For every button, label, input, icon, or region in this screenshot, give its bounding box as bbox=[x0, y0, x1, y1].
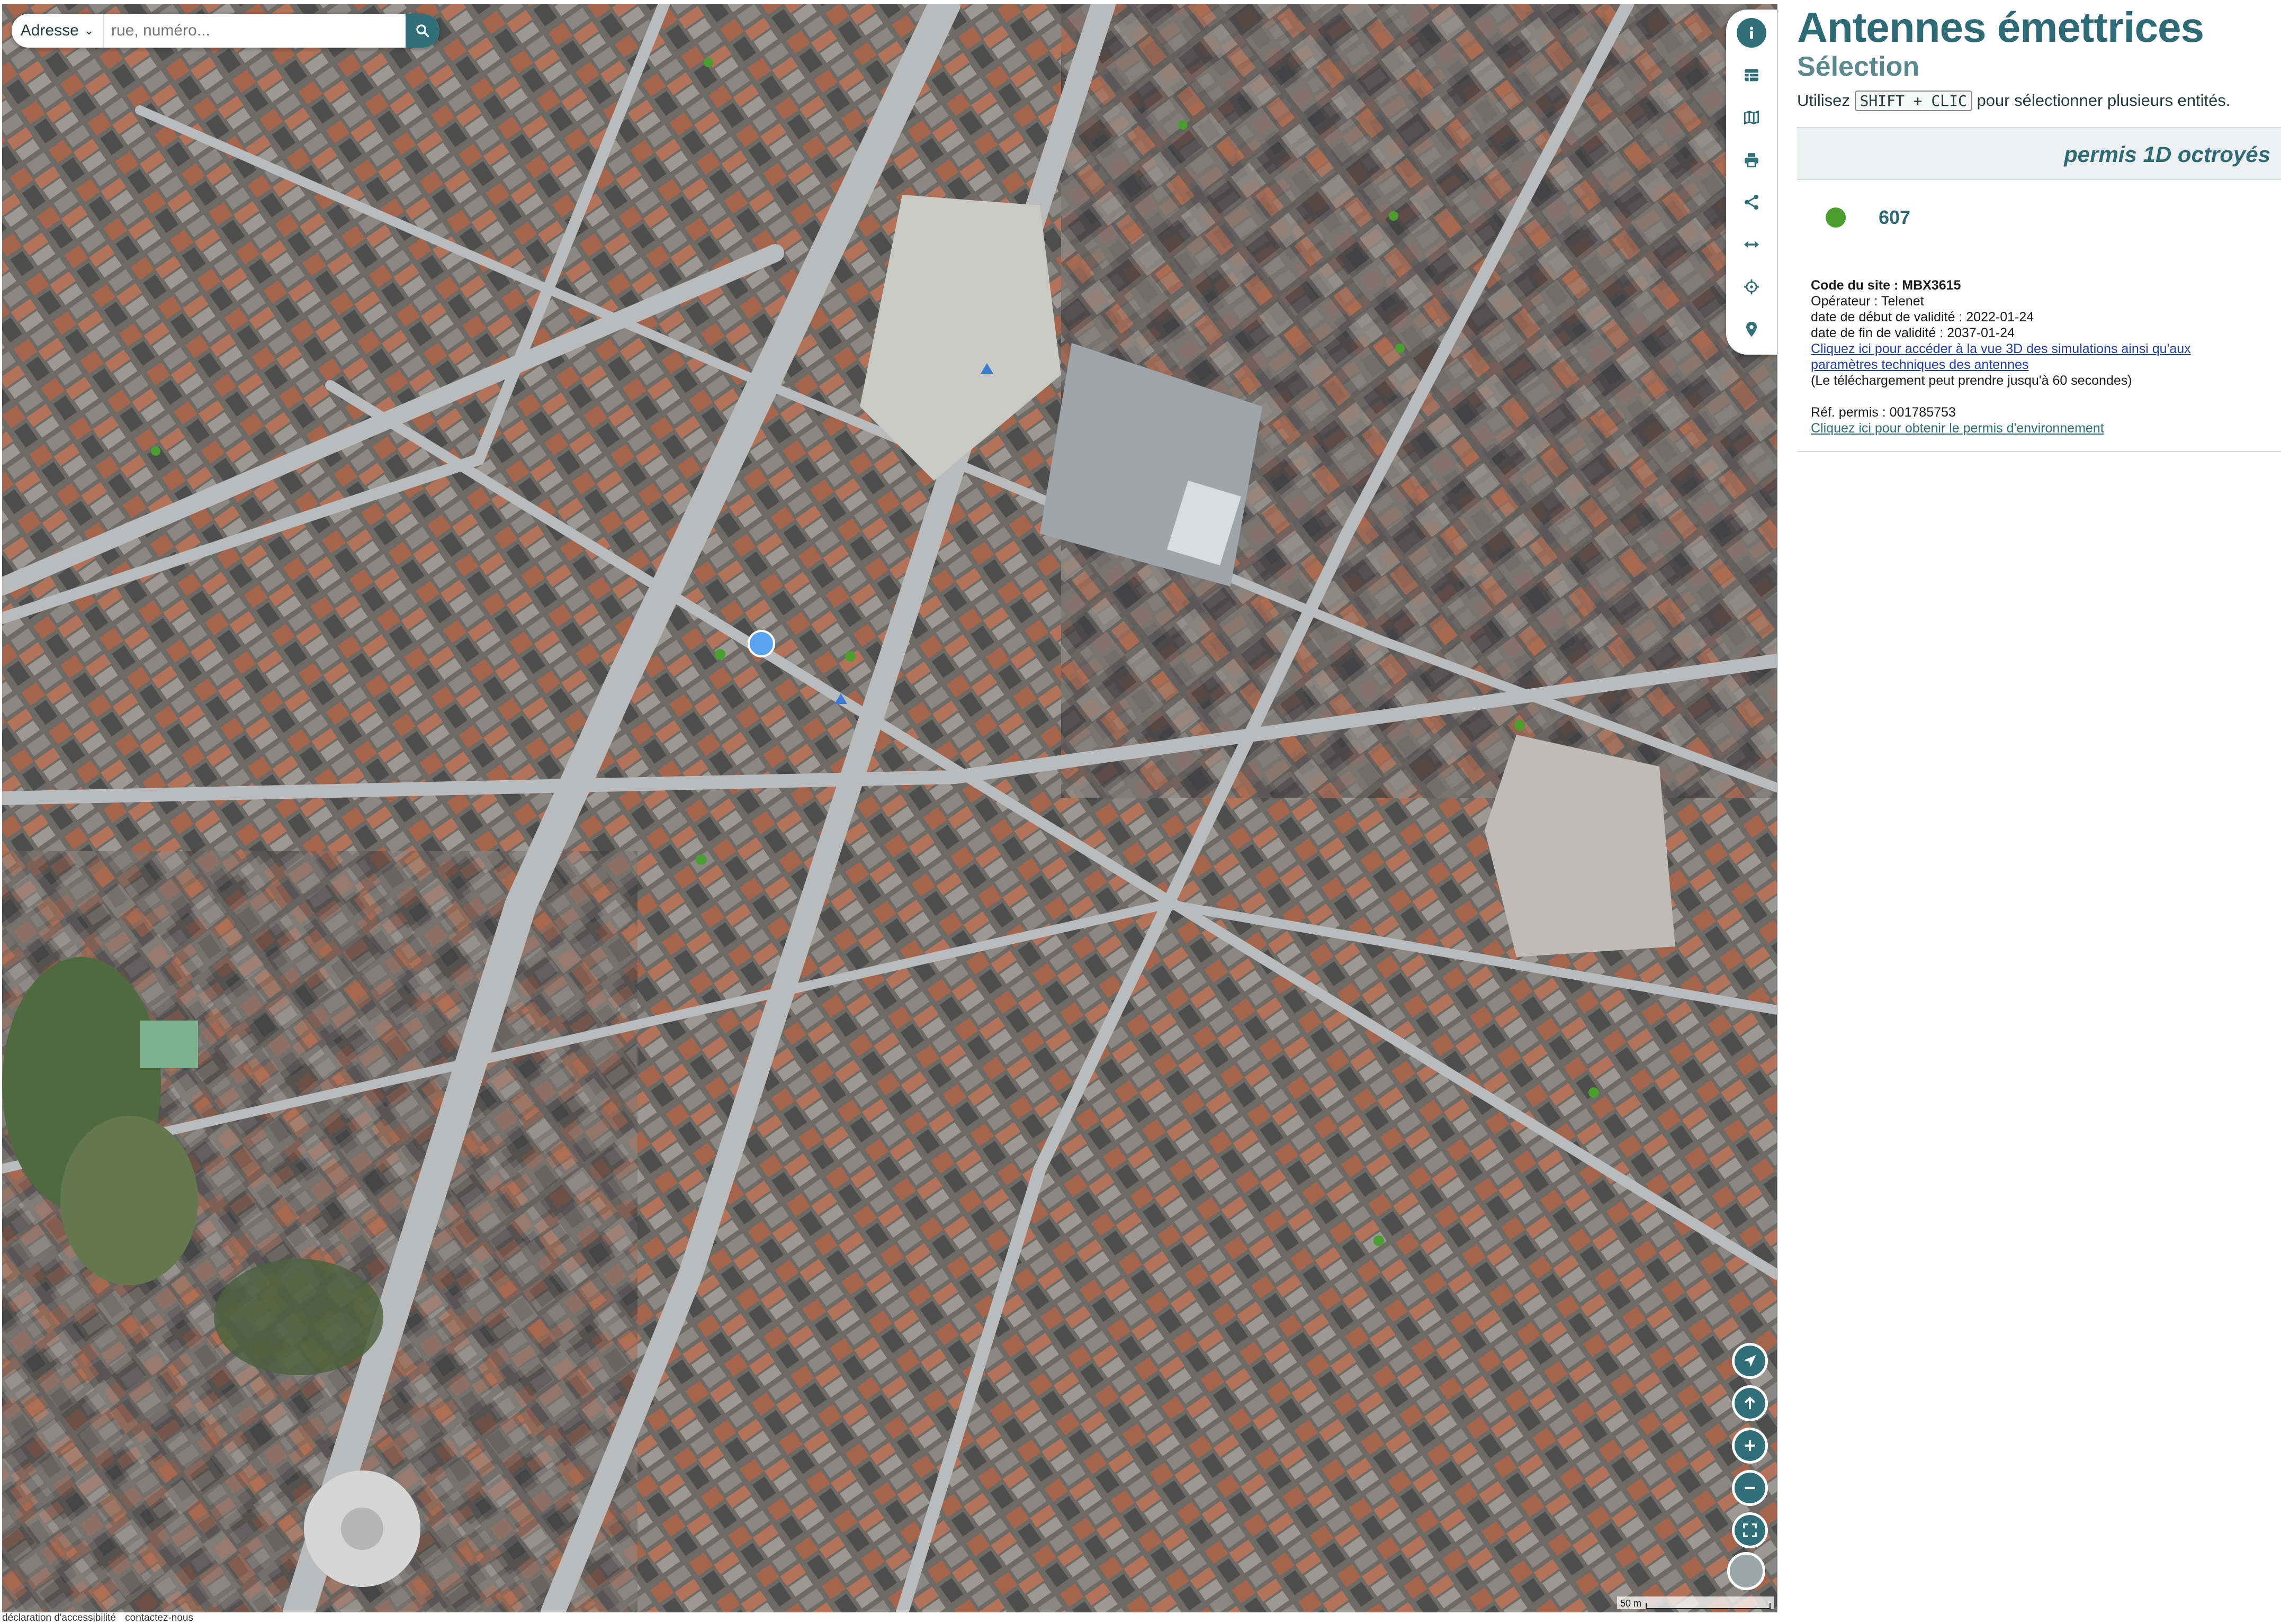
hint-key: SHIFT + CLIC bbox=[1854, 91, 1972, 111]
divider bbox=[1797, 451, 2281, 452]
fullscreen-icon bbox=[1743, 1523, 1757, 1537]
info-button[interactable] bbox=[1737, 18, 1766, 48]
validity-end: date de fin de validité : 2037-01-24 bbox=[1811, 326, 2015, 340]
zoom-out-button[interactable] bbox=[1735, 1473, 1765, 1503]
share-icon bbox=[1745, 194, 1758, 210]
search-button[interactable] bbox=[406, 14, 439, 48]
scale-ruler bbox=[1646, 1603, 1771, 1609]
result-group-header[interactable]: permis 1D octroyés bbox=[1797, 127, 2281, 180]
zoom-in-icon bbox=[1745, 1440, 1755, 1451]
info-panel: Antennes émettrices Sélection Utilisez S… bbox=[1779, 0, 2281, 1620]
legend-dot-icon bbox=[1826, 207, 1846, 228]
search-icon bbox=[416, 24, 429, 38]
map-icon bbox=[1744, 110, 1759, 125]
north-arrow-icon bbox=[1744, 1396, 1756, 1410]
panel-title: Antennes émettrices bbox=[1797, 4, 2204, 51]
site-code-line: Code du site : MBX3615 bbox=[1811, 277, 2261, 293]
map-view[interactable]: Adresse ⌄ rue, numéro... 50 m bbox=[2, 4, 1778, 1612]
site-code-label: Code du site : bbox=[1811, 278, 1899, 293]
aerial-imagery bbox=[2, 4, 1777, 1612]
navigate-icon bbox=[1744, 1355, 1756, 1367]
search-mode-select[interactable]: Adresse ⌄ bbox=[12, 14, 104, 48]
result-row[interactable]: 607 bbox=[1826, 206, 1910, 229]
share-button[interactable] bbox=[1737, 187, 1766, 217]
download-note: (Le téléchargement peut prendre jusqu'à … bbox=[1811, 373, 2132, 388]
address-search: Adresse ⌄ bbox=[12, 14, 439, 48]
basemap-switcher[interactable] bbox=[1727, 1552, 1765, 1590]
hint-prefix: Utilisez bbox=[1797, 91, 1850, 110]
measure-button[interactable] bbox=[1737, 230, 1766, 259]
north-button[interactable] bbox=[1735, 1388, 1765, 1419]
selected-antenna-marker bbox=[748, 630, 775, 657]
validity-start: date de début de validité : 2022-01-24 bbox=[1811, 310, 2034, 324]
locate-icon bbox=[1744, 279, 1759, 295]
scale-label: 50 m bbox=[1620, 1598, 1641, 1609]
antenna-details: Code du site : MBX3615 Opérateur : Telen… bbox=[1811, 277, 2261, 436]
print-button[interactable] bbox=[1737, 145, 1766, 175]
marker-icon bbox=[1746, 321, 1757, 337]
chevron-down-icon: ⌄ bbox=[84, 24, 94, 37]
zoom-in-button[interactable] bbox=[1735, 1430, 1765, 1461]
map-toolbar bbox=[1726, 10, 1777, 355]
zoom-out-icon bbox=[1745, 1486, 1755, 1490]
table-button[interactable] bbox=[1737, 60, 1766, 90]
permit-ref: Réf. permis : 001785753 bbox=[1811, 405, 1956, 420]
marker-button[interactable] bbox=[1737, 314, 1766, 344]
permit-link[interactable]: Cliquez ici pour obtenir le permis d'env… bbox=[1811, 421, 2104, 436]
scale-bar: 50 m bbox=[1617, 1596, 1774, 1609]
panel-subtitle: Sélection bbox=[1797, 51, 1920, 82]
table-icon bbox=[1745, 69, 1758, 82]
hint-suffix: pour sélectionner plusieurs entités. bbox=[1977, 91, 2231, 110]
simulation-3d-link[interactable]: Cliquez ici pour accéder à la vue 3D des… bbox=[1811, 341, 2191, 372]
navigate-button[interactable] bbox=[1735, 1346, 1765, 1376]
info-icon bbox=[1749, 26, 1754, 39]
search-mode-label: Adresse bbox=[20, 22, 79, 39]
search-input[interactable] bbox=[104, 14, 406, 48]
result-count: 607 bbox=[1879, 206, 1911, 228]
contact-link[interactable]: contactez-nous bbox=[125, 1612, 193, 1623]
operator-line: Opérateur : Telenet bbox=[1811, 294, 1924, 309]
locate-button[interactable] bbox=[1737, 272, 1766, 302]
selection-hint: Utilisez SHIFT + CLIC pour sélectionner … bbox=[1797, 91, 2231, 111]
group-title: permis 1D octroyés bbox=[2064, 142, 2270, 167]
site-code: MBX3615 bbox=[1902, 278, 1961, 293]
accessibility-link[interactable]: déclaration d'accessibilité bbox=[2, 1612, 116, 1623]
footer: déclaration d'accessibilité contactez-no… bbox=[2, 1612, 200, 1624]
measure-icon bbox=[1744, 241, 1759, 248]
map-layers-button[interactable] bbox=[1737, 103, 1766, 132]
fullscreen-button[interactable] bbox=[1735, 1515, 1765, 1546]
print-icon bbox=[1745, 153, 1758, 168]
